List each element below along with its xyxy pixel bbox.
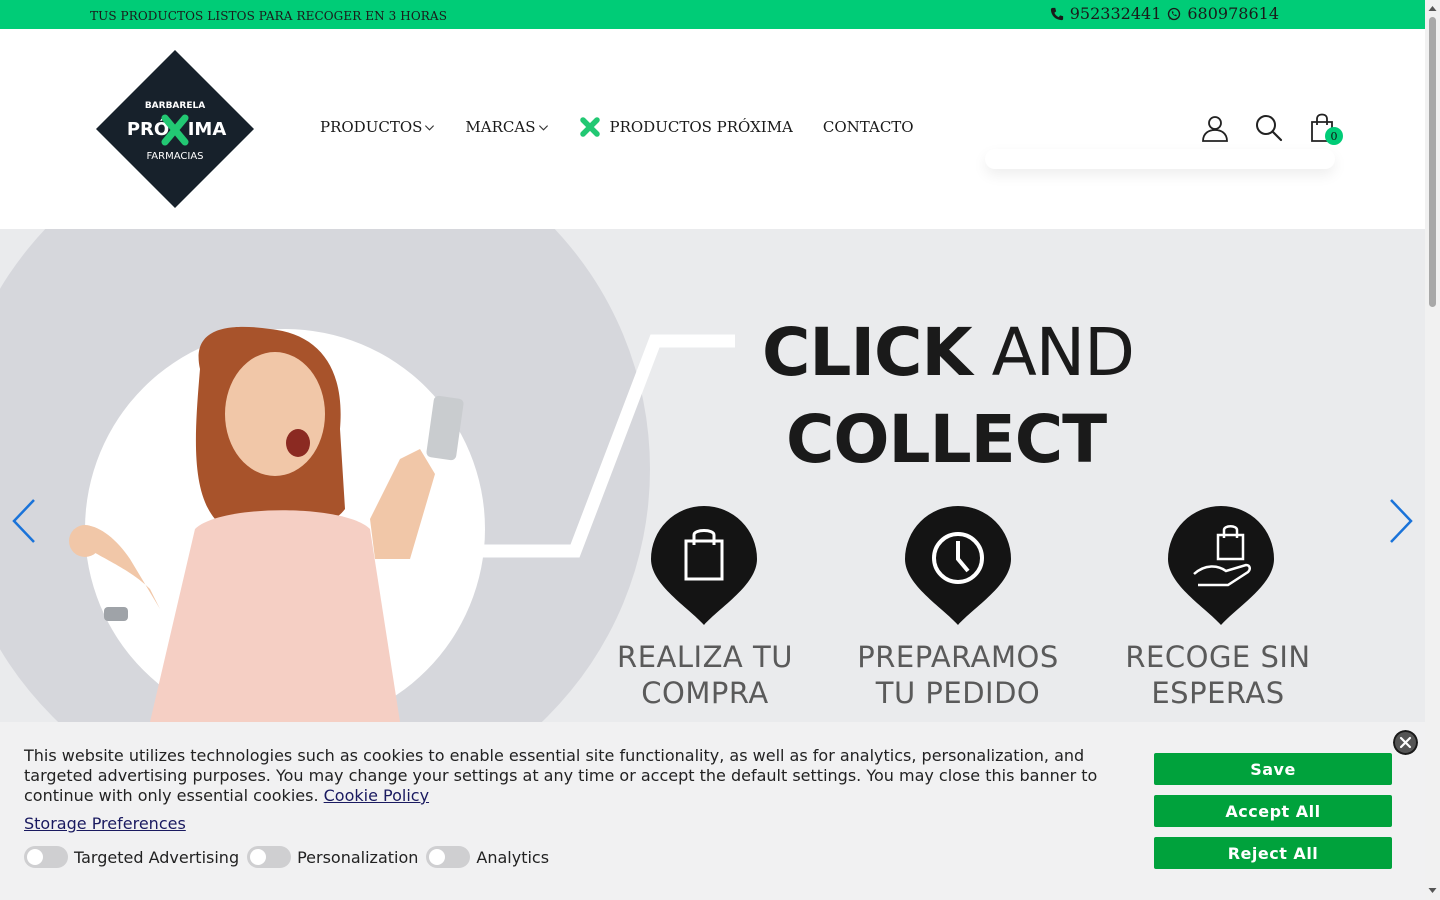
cookie-message: This website utilizes technologies such … bbox=[24, 746, 1114, 806]
storage-preferences-link[interactable]: Storage Preferences bbox=[24, 814, 186, 833]
accept-all-button[interactable]: Accept All bbox=[1154, 795, 1392, 827]
slider-prev-arrow-icon[interactable] bbox=[10, 497, 38, 545]
top-bar: TUS PRODUCTOS LISTOS PARA RECOGER EN 3 H… bbox=[0, 0, 1425, 29]
scroll-thumb[interactable] bbox=[1429, 17, 1436, 307]
contact-phones: 952332441 680978614 bbox=[1050, 4, 1279, 23]
nav-item-label: PRODUCTOS PRÓXIMA bbox=[609, 118, 793, 136]
toggle-personalization: Personalization bbox=[247, 846, 418, 868]
hero-slider: CLICK AND COLLECT REALIZA TU COMPRA PREP… bbox=[0, 229, 1425, 722]
hero-headline-light: AND bbox=[991, 314, 1135, 391]
nav-item-label: CONTACTO bbox=[822, 118, 914, 136]
logo-top-text: BARBARELA bbox=[145, 101, 205, 111]
toggle-label: Targeted Advertising bbox=[74, 847, 240, 867]
nav-item-productos[interactable]: PRODUCTOS bbox=[320, 118, 435, 136]
phone-number[interactable]: 952332441 bbox=[1070, 4, 1162, 23]
whatsapp-number[interactable]: 680978614 bbox=[1187, 4, 1279, 23]
promo-text: TUS PRODUCTOS LISTOS PARA RECOGER EN 3 H… bbox=[90, 9, 448, 23]
user-icon[interactable] bbox=[1200, 113, 1230, 143]
step-label-prepare: PREPARAMOS TU PEDIDO bbox=[857, 640, 1059, 710]
toggle-label: Personalization bbox=[297, 847, 419, 867]
slider-next-arrow-icon[interactable] bbox=[1387, 497, 1415, 545]
logo-middle-right: IMA bbox=[188, 119, 227, 140]
pin-clock-illustration bbox=[905, 506, 1011, 625]
pin-bag-illustration bbox=[651, 506, 757, 625]
hero-headline-line1: CLICK AND bbox=[762, 314, 1135, 391]
green-cross-icon bbox=[579, 117, 600, 137]
cart-count-badge: 0 bbox=[1325, 127, 1343, 145]
nav-item-label: PRODUCTOS bbox=[320, 118, 423, 136]
cookie-message-text: This website utilizes technologies such … bbox=[24, 746, 1098, 805]
logo-middle-left: PRÓ bbox=[127, 118, 169, 140]
toggle-label: Analytics bbox=[476, 847, 550, 867]
nav-item-productos-proxima[interactable]: PRODUCTOS PRÓXIMA bbox=[579, 116, 793, 138]
cart-button[interactable]: 0 bbox=[1308, 113, 1343, 145]
search-icon[interactable] bbox=[1254, 113, 1284, 143]
step-label-order: REALIZA TU COMPRA bbox=[617, 640, 793, 710]
nav-item-label: MARCAS bbox=[465, 118, 536, 136]
cookie-toggles: Targeted Advertising Personalization Ana… bbox=[24, 846, 557, 868]
hero-headline-bold: CLICK bbox=[762, 314, 973, 391]
pin-hand-bag-illustration bbox=[1168, 506, 1274, 625]
analytics-switch[interactable] bbox=[426, 846, 471, 868]
cookie-banner: This website utilizes technologies such … bbox=[0, 722, 1425, 900]
site-header: BARBARELA PRÓ IMA FARMACIAS PRODUCTOS MA… bbox=[0, 29, 1425, 229]
scroll-up-icon[interactable] bbox=[1428, 4, 1437, 13]
nav-item-contacto[interactable]: CONTACTO bbox=[823, 118, 914, 136]
cookie-policy-link[interactable]: Cookie Policy bbox=[324, 786, 429, 805]
chevron-down-icon bbox=[425, 124, 435, 131]
hero-headline-line2: COLLECT bbox=[786, 401, 1107, 478]
toggle-targeted-advertising: Targeted Advertising bbox=[24, 846, 239, 868]
chevron-down-icon bbox=[538, 124, 548, 131]
nav-item-marcas[interactable]: MARCAS bbox=[465, 118, 548, 136]
logo-bottom-text: FARMACIAS bbox=[146, 151, 203, 162]
targeted-advertising-switch[interactable] bbox=[24, 846, 68, 868]
toggle-analytics: Analytics bbox=[426, 846, 549, 868]
step-label-pickup: RECOGE SIN ESPERAS bbox=[1125, 640, 1311, 710]
whatsapp-icon bbox=[1168, 7, 1181, 20]
scroll-down-icon[interactable] bbox=[1428, 886, 1437, 895]
search-dropdown-shadow bbox=[985, 149, 1335, 169]
header-actions: 0 bbox=[1200, 113, 1362, 145]
brand-logo[interactable]: BARBARELA PRÓ IMA FARMACIAS bbox=[96, 50, 254, 208]
phone-icon bbox=[1050, 7, 1063, 20]
page-scrollbar[interactable] bbox=[1425, 0, 1440, 900]
close-icon[interactable] bbox=[1393, 730, 1418, 755]
personalization-switch[interactable] bbox=[247, 846, 292, 868]
reject-all-button[interactable]: Reject All bbox=[1154, 837, 1392, 869]
main-nav: PRODUCTOS MARCAS PRODUCTOS PRÓXIMA CONTA… bbox=[320, 116, 944, 138]
save-button[interactable]: Save bbox=[1154, 753, 1392, 785]
